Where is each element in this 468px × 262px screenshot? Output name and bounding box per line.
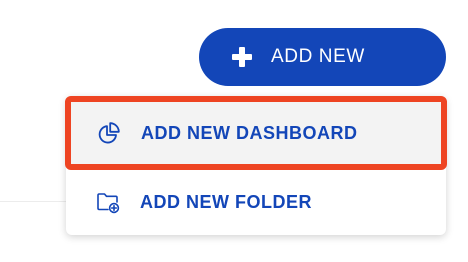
menu-item-add-new-folder[interactable]: ADD NEW FOLDER bbox=[66, 172, 446, 232]
menu-item-add-new-dashboard[interactable]: ADD NEW DASHBOARD bbox=[65, 96, 447, 170]
menu-item-label: ADD NEW DASHBOARD bbox=[141, 122, 358, 143]
menu-item-label: ADD NEW FOLDER bbox=[140, 191, 312, 212]
pie-chart-icon bbox=[97, 121, 121, 145]
screen: ADD NEW ADD NEW DASHBOARD ADD NEW FOLDER bbox=[0, 0, 468, 262]
add-new-dropdown-menu: ADD NEW DASHBOARD ADD NEW FOLDER bbox=[65, 96, 447, 235]
folder-add-icon bbox=[96, 190, 120, 214]
divider bbox=[0, 201, 70, 202]
plus-icon bbox=[232, 47, 252, 67]
add-new-button[interactable]: ADD NEW bbox=[199, 28, 446, 86]
add-new-button-label: ADD NEW bbox=[271, 46, 365, 67]
